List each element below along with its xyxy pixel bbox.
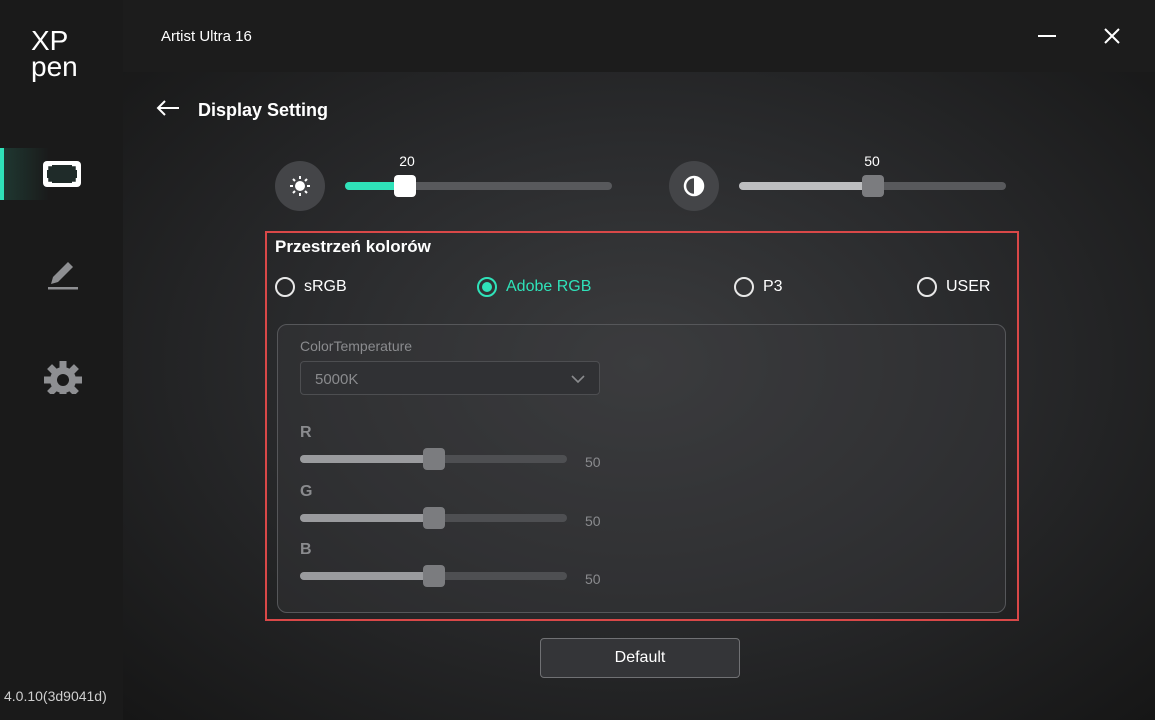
color-temperature-value: 5000K [315,371,359,388]
red-label: R [300,424,312,441]
back-arrow-icon[interactable] [155,98,181,118]
contrast-icon [683,175,705,197]
green-fill [300,514,434,522]
contrast-fill [739,182,873,190]
radio-label: sRGB [304,278,347,295]
radio-dot[interactable] [477,277,497,297]
color-temperature-label: ColorTemperature [300,338,413,354]
red-fill [300,455,434,463]
minimize-button[interactable] [1029,20,1065,52]
sidebar: XP pen 4.0.10(3d9041d) [0,0,123,720]
brightness-button [275,161,325,211]
app-title: Artist Ultra 16 [161,28,252,45]
default-button[interactable]: Default [540,638,740,678]
brightness-value: 20 [399,153,415,169]
green-value: 50 [585,513,601,529]
xppen-logo: XP pen [31,26,78,82]
green-thumb[interactable] [423,507,445,529]
radio-label: Adobe RGB [506,278,592,295]
page-title: Display Setting [198,100,329,120]
close-button[interactable] [1094,20,1130,52]
blue-fill [300,572,434,580]
color-temperature-dropdown[interactable]: 5000K [300,361,600,395]
colorspace-title: Przestrzeń kolorów [275,237,431,256]
blue-label: B [300,541,312,558]
close-icon [1104,28,1120,44]
version-label: 4.0.10(3d9041d) [4,688,107,704]
sidebar-item-display[interactable] [0,148,123,200]
minimize-icon [1038,35,1056,37]
brightness-thumb[interactable] [394,175,416,197]
pen-icon [48,262,78,290]
contrast-value: 50 [864,153,880,169]
red-value: 50 [585,454,601,470]
gear-icon [44,361,82,394]
contrast-button [669,161,719,211]
green-label: G [300,483,313,500]
contrast-thumb[interactable] [862,175,884,197]
radio-dot[interactable] [275,277,295,297]
radio-dot[interactable] [917,277,937,297]
sidebar-item-pen[interactable] [0,248,123,300]
svg-text:pen: pen [31,51,78,82]
brightness-icon [290,176,310,196]
radio-dot[interactable] [734,277,754,297]
display-frame-icon [43,161,81,187]
sidebar-item-settings[interactable] [0,348,123,400]
radio-label: P3 [763,278,783,295]
blue-thumb[interactable] [423,565,445,587]
chevron-down-icon [571,375,585,384]
radio-label: USER [946,278,991,295]
title-bar: Artist Ultra 16 [123,0,1155,72]
blue-value: 50 [585,571,601,587]
main-content: Display Setting 20 50 Przestrzeń kolorów… [123,72,1155,720]
red-thumb[interactable] [423,448,445,470]
